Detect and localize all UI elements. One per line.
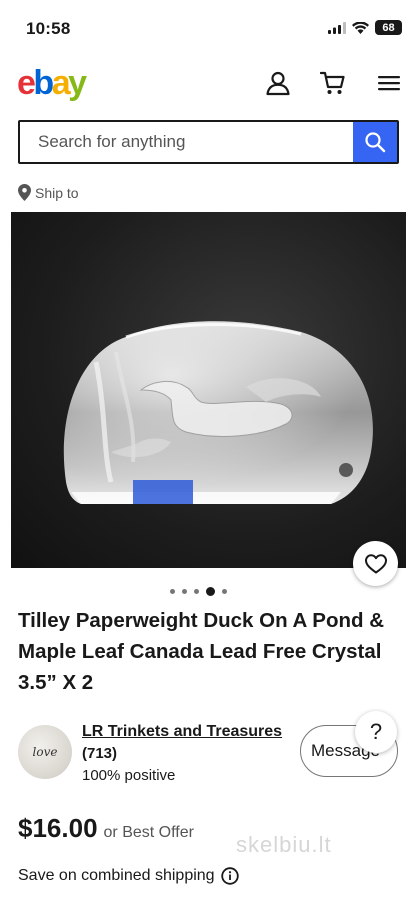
search-button[interactable]	[353, 122, 397, 162]
ship-to[interactable]: Ship to	[18, 184, 79, 201]
listing-title: Tilley Paperweight Duck On A Pond & Mapl…	[18, 609, 385, 694]
gallery-dot-active[interactable]	[206, 587, 215, 596]
combined-shipping[interactable]: Save on combined shipping	[18, 867, 239, 885]
best-offer-label: or Best Offer	[103, 824, 194, 841]
price: $16.00	[18, 813, 98, 843]
location-pin-icon	[18, 184, 31, 201]
seller-avatar[interactable]: love	[18, 725, 72, 779]
gallery-dot[interactable]	[222, 589, 227, 594]
user-icon[interactable]	[265, 70, 291, 96]
price-row: $16.00 or Best Offer	[18, 813, 194, 844]
help-button[interactable]: ?	[355, 711, 397, 753]
search-input[interactable]	[20, 122, 353, 162]
seller-positive-rating: 100% positive	[82, 767, 176, 784]
seller-feedback-count: (713)	[82, 745, 118, 762]
gallery-dot[interactable]	[182, 589, 187, 594]
ship-to-label: Ship to	[35, 184, 79, 201]
watermark: skelbiu.lt	[236, 832, 332, 857]
seller-name-link[interactable]: LR Trinkets and Treasures	[82, 723, 282, 741]
heart-icon	[364, 553, 387, 573]
status-icons: 68	[328, 20, 402, 35]
ebay-logo[interactable]: ebay	[17, 64, 87, 102]
gallery-dot[interactable]	[170, 589, 175, 594]
wifi-icon	[352, 21, 369, 34]
search-icon	[365, 132, 386, 153]
avatar-text: love	[32, 745, 58, 759]
search-bar	[18, 120, 399, 164]
menu-icon[interactable]	[376, 70, 402, 96]
info-icon[interactable]	[220, 867, 239, 885]
gallery-dot[interactable]	[194, 589, 199, 594]
battery-icon: 68	[375, 20, 402, 35]
seller-info: love LR Trinkets and Treasures (713) 100…	[18, 723, 398, 784]
signal-icon	[328, 21, 346, 34]
combined-shipping-label: Save on combined shipping	[18, 867, 215, 884]
status-bar: 10:58 68	[0, 0, 416, 56]
cart-icon[interactable]	[320, 70, 346, 96]
crystal-paperweight-image	[63, 321, 373, 504]
header: ebay	[0, 58, 416, 110]
status-time: 10:58	[26, 19, 71, 38]
product-image[interactable]	[11, 212, 406, 568]
watch-button[interactable]	[353, 541, 398, 586]
gallery-indicator	[170, 587, 227, 596]
